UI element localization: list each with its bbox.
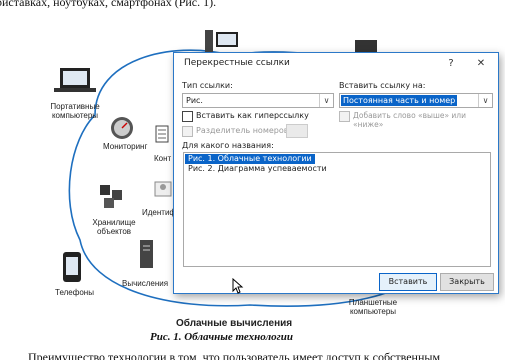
chevron-down-icon[interactable]: ∨ — [319, 94, 333, 107]
insert-ref-value: Постоянная часть и номер — [341, 95, 458, 106]
hyperlink-checkbox[interactable] — [182, 111, 193, 122]
compute-server-icon — [140, 240, 153, 268]
ref-type-label: Тип ссылки: — [182, 81, 233, 90]
above-below-checkbox[interactable] — [339, 111, 350, 122]
separator-checkbox[interactable] — [182, 126, 193, 137]
separator-input[interactable] — [286, 124, 308, 138]
label-monitoring: Мониторинг — [103, 142, 148, 151]
document-bottom-text: Преимущество технологии в том, что польз… — [28, 350, 441, 360]
ref-type-value: Рис. — [186, 96, 203, 105]
label-phones: Телефоны — [55, 288, 94, 297]
cursor-icon — [232, 278, 244, 294]
label-identity: Идентиф — [142, 208, 176, 217]
label-portable-computers: Портативные компьютеры — [50, 102, 100, 120]
hyperlink-label: Вставить как гиперссылку — [196, 111, 309, 120]
label-tablets: Планшетные компьютеры — [348, 298, 398, 316]
close-button[interactable]: Закрыть — [440, 273, 494, 291]
ref-type-select[interactable]: Рис. ∨ — [182, 93, 334, 108]
help-button[interactable]: ? — [442, 56, 460, 72]
dialog-title: Перекрестные ссылки — [184, 58, 290, 68]
separator-label: Разделитель номеров — [196, 126, 289, 135]
dialog-titlebar[interactable]: Перекрестные ссылки ? ✕ — [174, 53, 498, 75]
label-object-storage: Хранилище объектов — [92, 218, 136, 236]
cross-reference-dialog: Перекрестные ссылки ? ✕ Тип ссылки: Рис.… — [173, 52, 499, 294]
laptop-icon — [54, 68, 96, 92]
chevron-down-icon[interactable]: ∨ — [478, 94, 492, 107]
above-below-label: Добавить слово «выше» или «ниже» — [353, 111, 466, 129]
label-content: Конт — [154, 154, 172, 163]
list-item[interactable]: Рис. 1. Облачные технологии — [185, 154, 315, 164]
list-item[interactable]: Рис. 2. Диаграмма успеваемости — [185, 164, 330, 174]
insert-ref-label: Вставить ссылку на: — [339, 81, 426, 90]
close-icon[interactable]: ✕ — [472, 56, 490, 72]
object-storage-icon — [100, 185, 122, 208]
content-icon — [155, 125, 169, 143]
insert-ref-select[interactable]: Постоянная часть и номер ∨ — [339, 93, 493, 108]
figure-caption: Рис. 1. Облачные технологии — [150, 331, 293, 343]
caption-list[interactable]: Рис. 1. Облачные технологии Рис. 2. Диаг… — [183, 152, 491, 267]
phone-icon — [63, 252, 81, 282]
identity-icon — [154, 181, 172, 197]
insert-button[interactable]: Вставить — [379, 273, 437, 291]
monitoring-gauge-icon — [111, 117, 133, 139]
label-computing: Вычисления — [122, 279, 169, 288]
for-which-label: Для какого названия: — [182, 141, 274, 150]
desktop-icon — [205, 30, 238, 52]
figure-title: Облачные вычисления — [176, 318, 293, 329]
